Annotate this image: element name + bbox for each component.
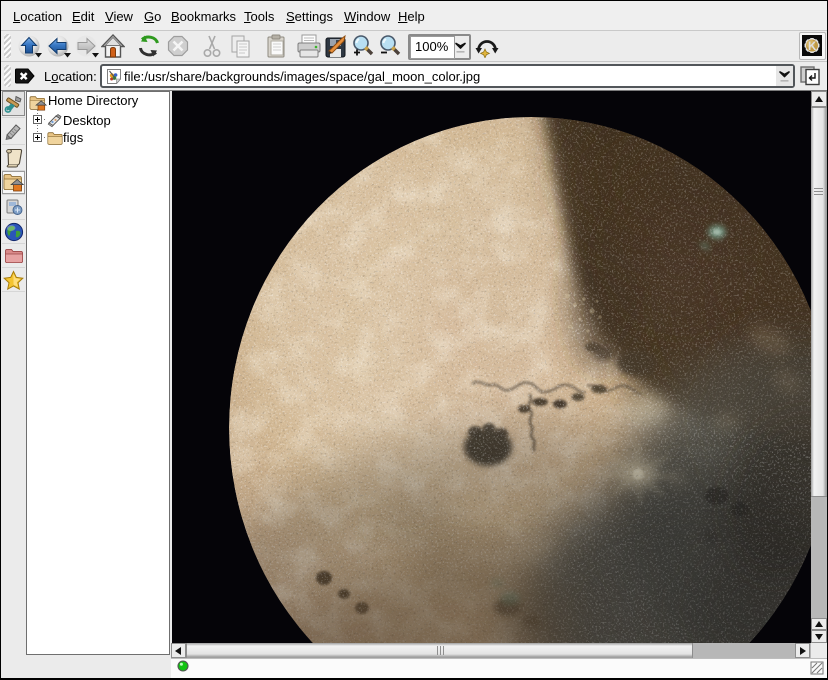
svg-text:K: K	[808, 41, 817, 53]
